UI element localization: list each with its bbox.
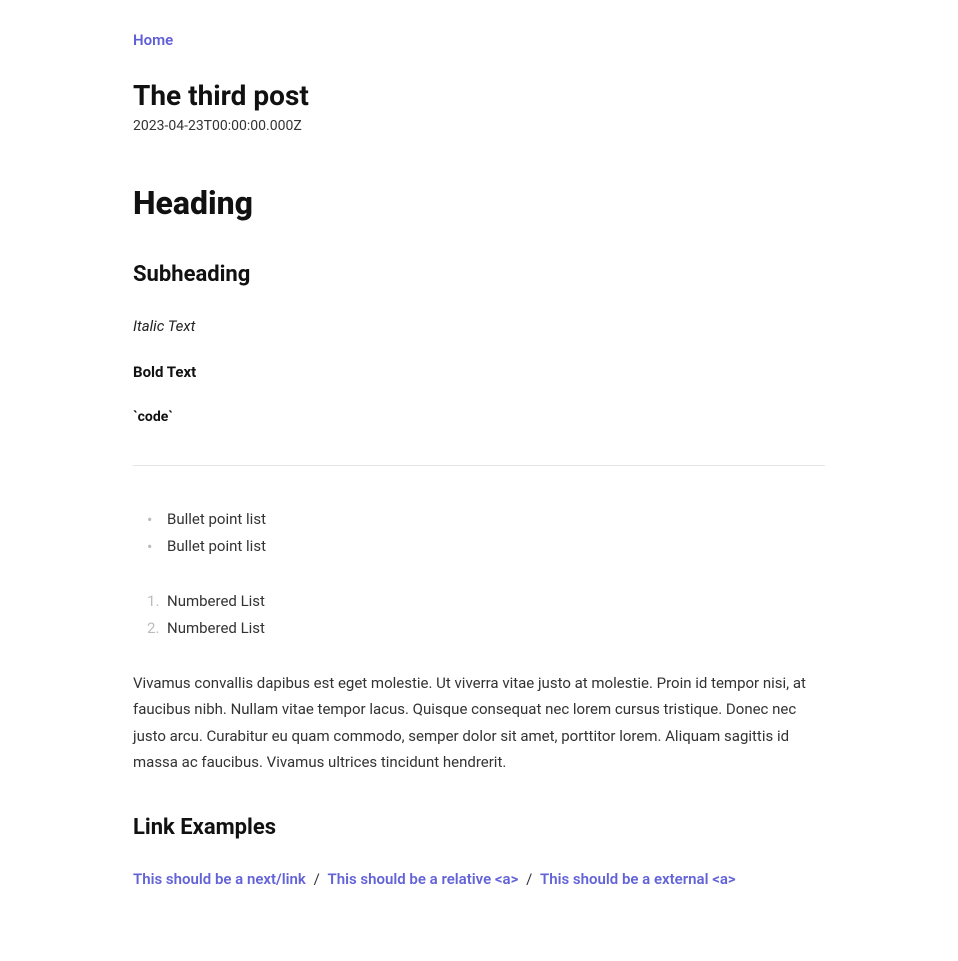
link-examples-heading: Link Examples bbox=[133, 815, 825, 840]
link-separator: / bbox=[306, 870, 328, 888]
home-link[interactable]: Home bbox=[133, 31, 173, 49]
code-text: `code` bbox=[133, 409, 825, 425]
list-item: Numbered List bbox=[147, 615, 825, 642]
divider bbox=[133, 465, 825, 466]
numbered-list: Numbered List Numbered List bbox=[133, 588, 825, 642]
body-paragraph: Vivamus convallis dapibus est eget moles… bbox=[133, 670, 825, 775]
link-separator: / bbox=[518, 870, 540, 888]
list-item: Numbered List bbox=[147, 588, 825, 615]
content-subheading: Subheading bbox=[133, 262, 825, 287]
page-title: The third post bbox=[133, 79, 825, 112]
italic-text: Italic Text bbox=[133, 317, 825, 335]
external-link[interactable]: This should be a external <a> bbox=[540, 870, 736, 888]
bullet-list: Bullet point list Bullet point list bbox=[133, 506, 825, 560]
next-link[interactable]: This should be a next/link bbox=[133, 870, 306, 888]
post-date: 2023-04-23T00:00:00.000Z bbox=[133, 118, 825, 134]
page-container: Home The third post 2023-04-23T00:00:00.… bbox=[129, 0, 829, 918]
relative-link[interactable]: This should be a relative <a> bbox=[327, 870, 518, 888]
list-item: Bullet point list bbox=[147, 506, 825, 533]
bold-text: Bold Text bbox=[133, 363, 825, 381]
list-item: Bullet point list bbox=[147, 533, 825, 560]
content-heading: Heading bbox=[133, 184, 825, 222]
link-examples-row: This should be a next/link / This should… bbox=[133, 870, 825, 888]
